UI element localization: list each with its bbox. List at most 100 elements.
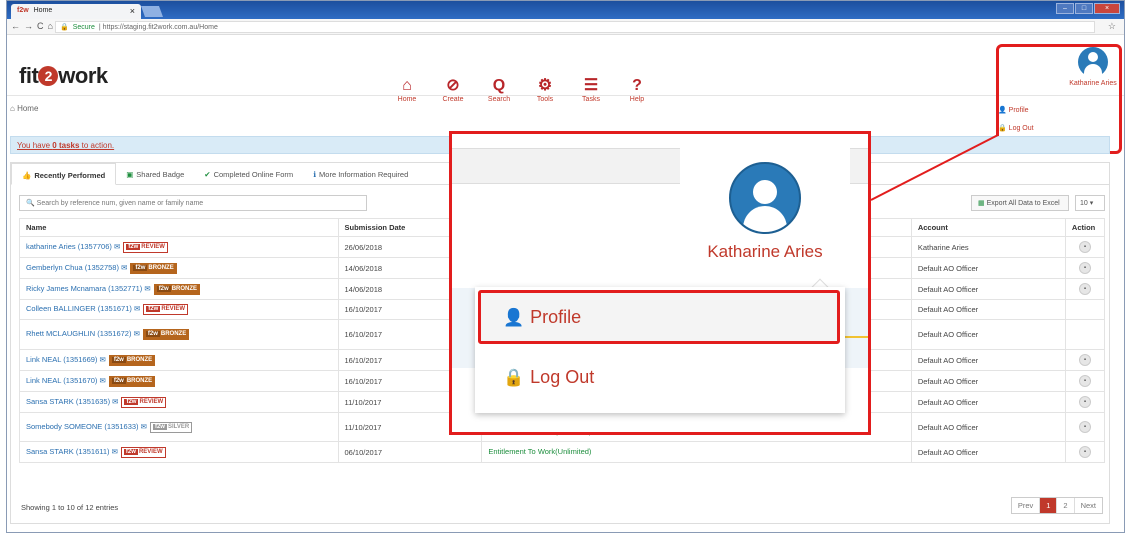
table-row[interactable]: Sansa STARK (1351611) ✉ f2w REVIEW 06/10/20… [19, 441, 1106, 463]
export-excel-button[interactable]: ▦ Export All Data to Excel [971, 195, 1069, 211]
name-cell[interactable]: Sansa STARK (1351635) ✉ f2w REVIEW [19, 391, 339, 413]
account-cell: Default AO Officer [910, 412, 1066, 442]
url-text: https://staging.fit2work.com.au/Home [102, 24, 218, 31]
profile-menu-item[interactable]: 👤 Profile [478, 290, 840, 344]
address-bar: ←→C⌂ 🔒 Secure | https://staging.fit2work.c… [7, 19, 1124, 35]
page-size-select[interactable]: 10 ▾ [1075, 195, 1105, 211]
app-header: fit 2 work ⌂ Home ⊘ Create Q Search ⚙ Tools ☰ T… [7, 36, 1124, 103]
briefcase-icon[interactable]: ▪ [1078, 396, 1091, 408]
tab-more-info-required[interactable]: ℹ More Information Required [303, 163, 418, 185]
pagination: Prev 1 2 Next [1010, 497, 1103, 514]
breadcrumb: ⌂ Home [10, 104, 39, 113]
envelope-icon[interactable]: ✉ [112, 447, 118, 456]
briefcase-icon[interactable]: ▪ [1078, 262, 1091, 274]
status-badge: f2w SILVER [149, 421, 193, 433]
maximize-button[interactable]: □ [1075, 3, 1093, 14]
briefcase-icon[interactable]: ▪ [1078, 375, 1091, 387]
briefcase-icon[interactable]: ▪ [1078, 354, 1091, 366]
user-icon: 👤 [503, 308, 525, 327]
name-cell[interactable]: Colleen BALLINGER (1351671) ✉ f2w REVIEW [19, 299, 339, 320]
excel-icon: ▦ [978, 200, 987, 207]
nav-tasks[interactable]: ☰ Tasks [577, 78, 605, 104]
nav-create[interactable]: ⊘ Create [439, 77, 467, 104]
next-button[interactable]: Next [1073, 498, 1102, 513]
status-badge: f2w BRONZE [108, 375, 156, 387]
close-tab-icon[interactable]: × [130, 6, 135, 16]
page-2-button[interactable]: 2 [1056, 498, 1073, 513]
callout-decorative-line [845, 336, 868, 338]
check-circle-icon: ⊘ [446, 77, 460, 94]
date-cell: 06/10/2017 [337, 441, 483, 463]
col-account[interactable]: Account [910, 218, 1066, 237]
browser-nav: ←→C⌂ [11, 21, 57, 31]
action-cell [1064, 319, 1106, 350]
avatar [729, 162, 801, 234]
envelope-icon[interactable]: ✉ [134, 304, 140, 313]
reload-icon[interactable]: C [37, 21, 48, 31]
name-cell[interactable]: Sansa STARK (1351611) ✉ f2w REVIEW [19, 441, 339, 463]
name-cell[interactable]: Somebody SOMEONE (1351633) ✉ f2w SILVER [19, 412, 339, 442]
briefcase-icon[interactable]: ▪ [1078, 421, 1091, 433]
nav-tools[interactable]: ⚙ Tools [531, 77, 559, 104]
account-cell: Default AO Officer [910, 391, 1066, 413]
new-tab-button[interactable] [140, 6, 164, 17]
zoom-callout: Katharine Aries 👤 Profile 🔒 Log Out [449, 131, 871, 435]
main-nav: ⌂ Home ⊘ Create Q Search ⚙ Tools ☰ Tasks ? Hel… [393, 77, 651, 104]
prev-button[interactable]: Prev [1012, 498, 1039, 513]
logout-menu-item[interactable]: 🔒 Log Out [481, 353, 837, 407]
search-input[interactable]: 🔍 Search by reference num, given name or… [19, 195, 367, 211]
action-cell: ▪ [1064, 391, 1106, 413]
back-icon[interactable]: ← [11, 21, 24, 31]
tab-recently-performed[interactable]: 👍 Recently Performed [11, 163, 117, 185]
action-cell: ▪ [1064, 236, 1106, 258]
name-cell[interactable]: katharine Aries (1357706) ✉ f2w REVIEW [19, 236, 339, 258]
status-badge: f2w REVIEW [123, 241, 168, 253]
briefcase-icon[interactable]: ▪ [1078, 446, 1091, 458]
nav-search[interactable]: Q Search [485, 78, 513, 104]
forward-icon[interactable]: → [24, 21, 37, 31]
envelope-icon[interactable]: ✉ [144, 284, 150, 293]
minimize-button[interactable]: – [1056, 3, 1074, 14]
action-cell: ▪ [1064, 370, 1106, 392]
table-info: Showing 1 to 10 of 12 entries [21, 503, 119, 512]
search-small-icon: 🔍 [26, 200, 37, 207]
window-close-button[interactable]: × [1094, 3, 1120, 14]
name-cell[interactable]: Rhett MCLAUGHLIN (1351672) ✉ f2w BRONZE [19, 319, 339, 350]
briefcase-icon[interactable]: ▪ [1078, 241, 1091, 253]
nav-help[interactable]: ? Help [623, 78, 651, 104]
tab-completed-online-form[interactable]: ✔ Completed Online Form [194, 163, 303, 185]
callout-user-name: Katharine Aries [707, 242, 823, 261]
status-badge: f2w BRONZE [108, 354, 156, 366]
tab-shared-badge[interactable]: ▣ Shared Badge [116, 163, 194, 185]
name-cell[interactable]: Gemberlyn Chua (1352758) ✉ f2w BRONZE [19, 257, 339, 279]
checks-cell: Entitlement To Work(Unlimited) [481, 441, 912, 463]
name-cell[interactable]: Ricky James Mcnamara (1352771) ✉ f2w BRONZ… [19, 278, 339, 300]
briefcase-icon[interactable]: ▪ [1078, 283, 1091, 295]
status-badge: f2w REVIEW [120, 446, 166, 458]
nav-home[interactable]: ⌂ Home [393, 78, 421, 104]
envelope-icon[interactable]: ✉ [112, 397, 118, 406]
envelope-icon[interactable]: ✉ [100, 376, 106, 385]
action-cell: ▪ [1064, 349, 1106, 371]
account-cell: Katharine Aries [910, 236, 1066, 258]
gears-icon: ⚙ [537, 77, 553, 94]
favicon-icon: f2w [17, 7, 29, 14]
fit2work-logo[interactable]: fit 2 work [19, 63, 108, 89]
envelope-icon[interactable]: ✉ [141, 422, 147, 431]
envelope-icon[interactable]: ✉ [134, 329, 140, 338]
envelope-icon[interactable]: ✉ [121, 263, 127, 272]
account-cell: Default AO Officer [910, 257, 1066, 279]
page-1-button[interactable]: 1 [1039, 498, 1057, 513]
bookmark-star-icon[interactable]: ☆ [1108, 21, 1116, 32]
account-cell: Default AO Officer [910, 319, 1066, 350]
envelope-icon[interactable]: ✉ [100, 355, 106, 364]
browser-tab[interactable]: f2w Home × [11, 4, 141, 19]
status-badge: f2w BRONZE [142, 329, 190, 340]
name-cell[interactable]: Link NEAL (1351670) ✉ f2w BRONZE [19, 370, 339, 392]
callout-user-panel[interactable]: Katharine Aries [680, 148, 850, 288]
account-cell: Default AO Officer [910, 278, 1066, 300]
url-field[interactable]: 🔒 Secure | https://staging.fit2work.com.au… [55, 21, 1095, 33]
name-cell[interactable]: Link NEAL (1351669) ✉ f2w BRONZE [19, 349, 339, 371]
col-name[interactable]: Name [19, 218, 339, 237]
envelope-icon[interactable]: ✉ [114, 242, 120, 251]
